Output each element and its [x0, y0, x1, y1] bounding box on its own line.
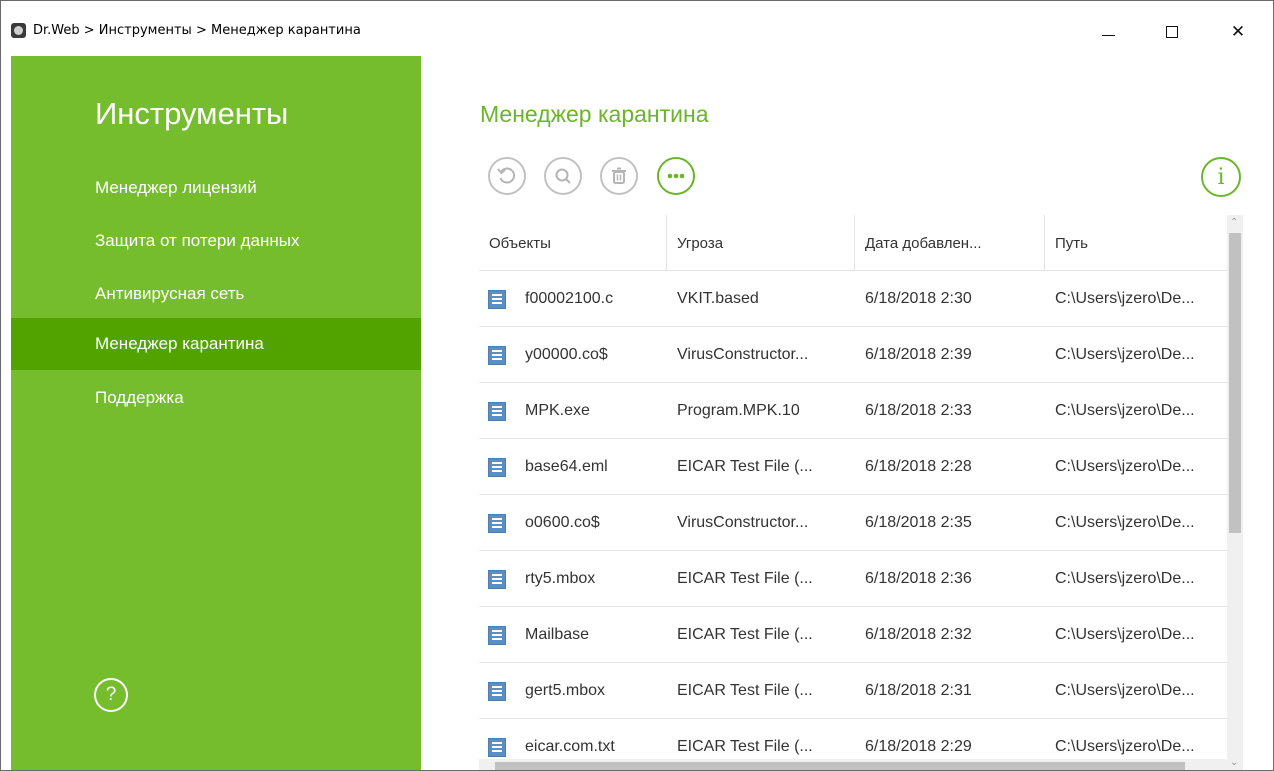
sidebar-item-quarantine-manager[interactable]: Менеджер карантина [11, 318, 421, 370]
more-button[interactable] [657, 157, 695, 195]
close-button[interactable]: ✕ [1215, 15, 1261, 49]
cell-object: gert5.mbox [525, 682, 606, 699]
table-row[interactable]: rty5.mbox EICAR Test File (... 6/18/2018 2… [479, 551, 1227, 607]
info-button[interactable]: i [1201, 157, 1241, 197]
sidebar-item-support[interactable]: Поддержка [11, 372, 421, 424]
scroll-up-icon[interactable]: ⌃ [1230, 217, 1238, 228]
table-row[interactable]: y00000.co$ VirusConstructor... 6/18/2018 2… [479, 327, 1227, 383]
cell-date: 6/18/2018 2:35 [865, 514, 972, 531]
quarantine-table: Объекты Угроза Дата добавлен... Путь f00… [479, 215, 1243, 770]
sidebar-item-label: Поддержка [95, 388, 184, 407]
cell-path: C:\Users\jzero\De... [1055, 626, 1195, 643]
restore-icon [497, 167, 516, 184]
drweb-logo-icon [11, 23, 26, 38]
info-icon: i [1217, 164, 1225, 190]
window-title: Dr.Web > Инструменты > Менеджер карантин… [33, 23, 361, 38]
cell-threat: EICAR Test File (... [677, 626, 813, 643]
sidebar-title: Инструменты [95, 96, 289, 131]
cell-object: Mailbase [525, 626, 590, 643]
column-header-threat[interactable]: Угроза [667, 215, 855, 271]
close-icon: ✕ [1230, 22, 1246, 42]
cell-object: f00002100.c [525, 290, 614, 307]
table-row[interactable]: Mailbase EICAR Test File (... 6/18/2018 2:… [479, 607, 1227, 663]
sidebar-item-label: Антивирусная сеть [95, 284, 245, 303]
cell-path: C:\Users\jzero\De... [1055, 402, 1195, 419]
sidebar: Инструменты Менеджер лицензий Защита от … [11, 56, 421, 770]
cell-threat: VirusConstructor... [677, 346, 809, 363]
cell-date: 6/18/2018 2:30 [865, 290, 972, 307]
cell-date: 6/18/2018 2:28 [865, 458, 972, 475]
cell-date: 6/18/2018 2:39 [865, 346, 972, 363]
cell-date: 6/18/2018 2:33 [865, 402, 972, 419]
cell-object: o0600.co$ [525, 514, 600, 531]
maximize-button[interactable] [1149, 15, 1195, 49]
column-header-objects[interactable]: Объекты [479, 215, 667, 271]
cell-path: C:\Users\jzero\De... [1055, 514, 1195, 531]
title-bar: Dr.Web > Инструменты > Менеджер карантин… [1, 1, 1273, 56]
cell-path: C:\Users\jzero\De... [1055, 682, 1195, 699]
help-icon: ? [105, 684, 117, 705]
cell-threat: VKIT.based [677, 290, 759, 307]
file-icon [488, 626, 506, 645]
cell-path: C:\Users\jzero\De... [1055, 458, 1195, 475]
file-icon [488, 290, 506, 309]
file-icon [488, 738, 506, 757]
column-header-path[interactable]: Путь [1045, 215, 1227, 271]
scroll-down-icon[interactable]: ⌄ [1230, 757, 1238, 768]
file-icon [488, 458, 506, 477]
horizontal-scroll-thumb[interactable] [495, 762, 1185, 770]
view-button[interactable] [544, 157, 582, 195]
sidebar-item-label: Менеджер карантина [95, 334, 264, 353]
maximize-icon [1166, 26, 1178, 38]
delete-button[interactable] [600, 157, 638, 195]
cell-threat: VirusConstructor... [677, 514, 809, 531]
cell-threat: EICAR Test File (... [677, 682, 813, 699]
more-icon [667, 173, 685, 179]
file-icon [488, 682, 506, 701]
vertical-scrollbar[interactable]: ⌃ ⌄ [1227, 215, 1243, 770]
cell-threat: EICAR Test File (... [677, 570, 813, 587]
file-icon [488, 514, 506, 533]
minimize-button[interactable] [1085, 15, 1131, 49]
sidebar-item-label: Менеджер лицензий [95, 178, 257, 197]
cell-date: 6/18/2018 2:36 [865, 570, 972, 587]
cell-date: 6/18/2018 2:32 [865, 626, 972, 643]
restore-button[interactable] [488, 157, 526, 195]
app-window: Dr.Web > Инструменты > Менеджер карантин… [0, 0, 1274, 771]
table-row[interactable]: base64.eml EICAR Test File (... 6/18/2018 … [479, 439, 1227, 495]
cell-path: C:\Users\jzero\De... [1055, 346, 1195, 363]
cell-object: y00000.co$ [525, 346, 608, 363]
cell-date: 6/18/2018 2:31 [865, 682, 972, 699]
help-button[interactable]: ? [94, 678, 128, 712]
delete-icon [612, 167, 626, 184]
sidebar-item-label: Защита от потери данных [95, 231, 300, 250]
horizontal-scrollbar[interactable] [479, 759, 1227, 770]
cell-path: C:\Users\jzero\De... [1055, 570, 1195, 587]
file-icon [488, 570, 506, 589]
cell-path: C:\Users\jzero\De... [1055, 290, 1195, 307]
table-row[interactable]: f00002100.c VKIT.based 6/18/2018 2:30 C:\Us… [479, 271, 1227, 327]
table-header: Объекты Угроза Дата добавлен... Путь [479, 215, 1227, 271]
table-row[interactable]: gert5.mbox EICAR Test File (... 6/18/2018 … [479, 663, 1227, 719]
cell-threat: EICAR Test File (... [677, 458, 813, 475]
cell-threat: Program.MPK.10 [677, 402, 800, 419]
cell-object: MPK.exe [525, 402, 590, 419]
table-row[interactable]: o0600.co$ VirusConstructor... 6/18/2018 2:… [479, 495, 1227, 551]
minimize-icon [1101, 34, 1115, 36]
file-icon [488, 402, 506, 421]
sidebar-item-licenses[interactable]: Менеджер лицензий [11, 162, 421, 214]
cell-object: base64.eml [525, 458, 608, 475]
sidebar-item-antivirus-network[interactable]: Антивирусная сеть [11, 268, 421, 320]
column-header-date-added[interactable]: Дата добавлен... [855, 215, 1045, 271]
file-icon [488, 346, 506, 365]
search-icon [555, 168, 571, 184]
sidebar-item-data-loss-protection[interactable]: Защита от потери данных [11, 215, 421, 267]
page-title: Менеджер карантина [480, 101, 709, 127]
vertical-scroll-thumb[interactable] [1229, 233, 1241, 533]
table-row[interactable]: MPK.exe Program.MPK.10 6/18/2018 2:33 C:\Us… [479, 383, 1227, 439]
cell-object: rty5.mbox [525, 570, 596, 587]
